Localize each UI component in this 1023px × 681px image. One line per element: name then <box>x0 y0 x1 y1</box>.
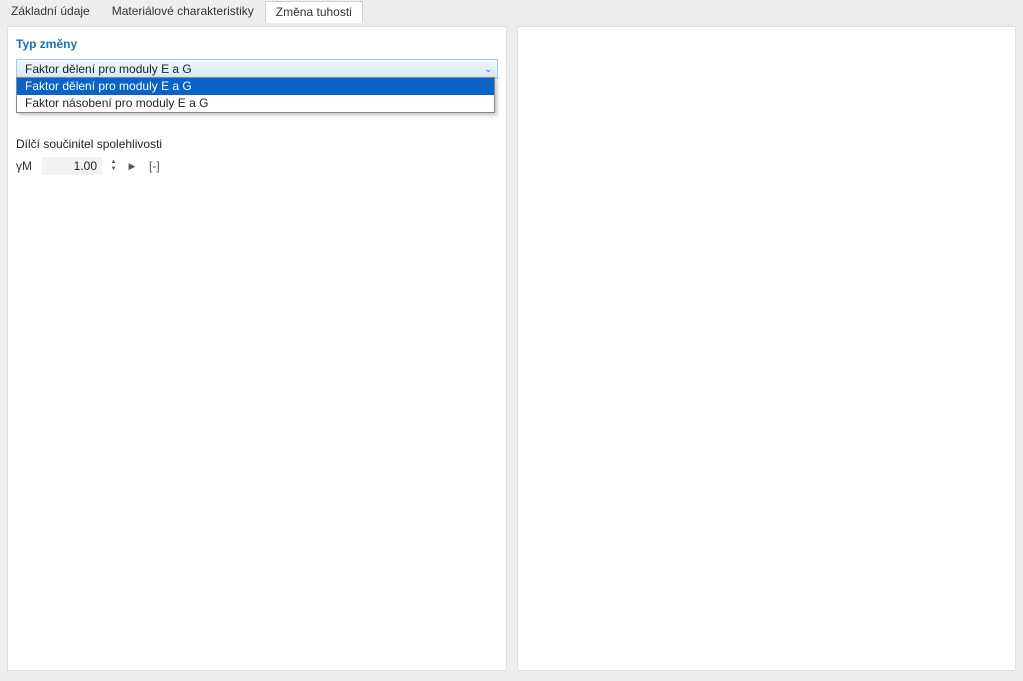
gamma-m-symbol: γM <box>16 159 36 173</box>
dropdown-option-deleni[interactable]: Faktor dělení pro moduly E a G <box>17 78 494 95</box>
reliability-label: Dílčí součinitel spolehlivosti <box>16 137 498 151</box>
left-panel: Typ změny Faktor dělení pro moduly E a G… <box>7 26 507 671</box>
spinner-up-icon[interactable]: ▲ <box>108 159 119 166</box>
tab-materialove-charakteristiky[interactable]: Materiálové charakteristiky <box>101 0 265 22</box>
chevron-down-icon: ⌄ <box>484 64 492 75</box>
gamma-m-spinner: ▲ ▼ <box>108 157 119 175</box>
spinner-down-icon[interactable]: ▼ <box>108 166 119 173</box>
gamma-m-input[interactable] <box>42 157 102 175</box>
tab-bar: Základní údaje Materiálové charakteristi… <box>0 0 1023 22</box>
content-area: Typ změny Faktor dělení pro moduly E a G… <box>0 22 1023 681</box>
section-title-typ-zmeny: Typ změny <box>16 37 498 51</box>
tab-zakladni-udaje[interactable]: Základní údaje <box>0 0 101 22</box>
typ-zmeny-dropdown-list: Faktor dělení pro moduly E a G Faktor ná… <box>16 77 495 113</box>
right-panel <box>517 26 1017 671</box>
apply-arrow-icon[interactable]: ▶ <box>125 159 139 173</box>
typ-zmeny-combobox[interactable]: Faktor dělení pro moduly E a G ⌄ <box>16 59 498 79</box>
dropdown-option-nasobeni[interactable]: Faktor násobení pro moduly E a G <box>17 95 494 112</box>
gamma-m-row: γM ▲ ▼ ▶ [-] <box>16 157 498 175</box>
combo-selected-text: Faktor dělení pro moduly E a G <box>25 62 192 76</box>
gamma-m-unit: [-] <box>149 159 160 173</box>
tab-zmena-tuhosti[interactable]: Změna tuhosti <box>265 1 363 23</box>
